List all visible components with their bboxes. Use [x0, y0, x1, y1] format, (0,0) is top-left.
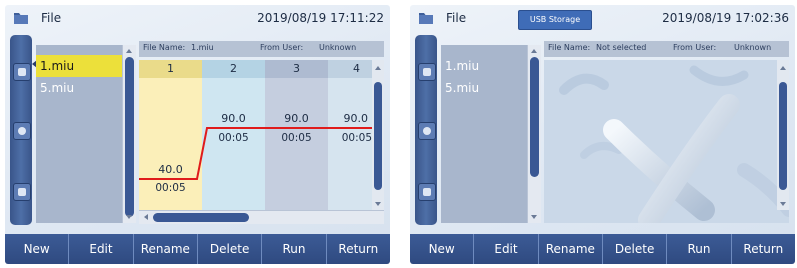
program-step-table: 1 40.0 00:05 2 90.0 00:05 3 90.0 00:05 4… [139, 60, 372, 210]
scroll-up-arrow-icon[interactable] [375, 66, 381, 70]
step-table-scrollbar[interactable] [777, 60, 789, 210]
datetime-display: 2019/08/19 17:02:36 [662, 11, 789, 25]
file-item[interactable]: 1.miu [441, 55, 527, 77]
action-bar: New Edit Rename Delete Run Return [5, 234, 390, 264]
scrollbar-thumb[interactable] [374, 82, 382, 190]
file-item[interactable]: 5.miu [441, 77, 527, 99]
scroll-up-arrow-icon[interactable] [780, 66, 786, 70]
from-user-value: Unknown [734, 43, 772, 52]
internal-storage-icon[interactable] [13, 183, 31, 201]
file-list-scrollbar[interactable] [527, 45, 541, 223]
page-title: File [41, 11, 62, 25]
run-button[interactable]: Run [262, 234, 327, 264]
usb-icon[interactable] [13, 122, 31, 140]
temperature-profile-line [139, 127, 372, 180]
delete-button[interactable]: Delete [603, 234, 668, 264]
file-list: 1.miu 5.miu [441, 45, 527, 223]
hscrollbar-thumb[interactable] [153, 213, 249, 222]
step-table-hscrollbar[interactable] [139, 210, 384, 224]
rename-button[interactable]: Rename [539, 234, 603, 264]
from-user-label: From User: [260, 43, 304, 52]
scrollbar-thumb[interactable] [530, 57, 539, 177]
folder-icon [418, 11, 434, 25]
file-item[interactable]: 5.miu [36, 77, 122, 99]
title-bar: File 2019/08/19 17:11:22 [5, 5, 390, 33]
chromosome-background-image [544, 60, 789, 223]
scroll-down-arrow-icon[interactable] [375, 202, 381, 206]
scroll-left-arrow-icon[interactable] [144, 214, 148, 220]
file-info-bar: File Name: 1.miu From User: Unknown [139, 41, 384, 57]
from-user-value: Unknown [319, 43, 357, 52]
edit-button[interactable]: Edit [69, 234, 134, 264]
scroll-down-arrow-icon[interactable] [126, 215, 132, 219]
scrollbar-thumb[interactable] [779, 82, 787, 190]
step-table-scrollbar[interactable] [372, 60, 384, 210]
usb-icon[interactable] [418, 122, 436, 140]
internal-storage-icon[interactable] [418, 183, 436, 201]
memory-card-icon[interactable] [418, 63, 436, 81]
datetime-display: 2019/08/19 17:11:22 [257, 11, 384, 25]
file-info-bar: File Name: Not selected From User: Unkno… [544, 41, 789, 57]
file-list: 1.miu 5.miu [36, 45, 122, 223]
page-title: File [446, 11, 467, 25]
memory-card-icon[interactable] [13, 63, 31, 81]
file-name-label: File Name: [143, 43, 186, 52]
usb-storage-badge: USB Storage [518, 10, 592, 30]
rename-button[interactable]: Rename [134, 234, 198, 264]
title-bar: File USB Storage 2019/08/19 17:02:36 [410, 5, 795, 33]
storage-rail [415, 35, 437, 225]
file-list-scrollbar[interactable] [122, 45, 136, 223]
file-screen-usb: File USB Storage 2019/08/19 17:02:36 1.m… [410, 5, 795, 264]
from-user-label: From User: [673, 43, 717, 52]
file-item[interactable]: 1.miu [36, 55, 122, 77]
action-bar: New Edit Rename Delete Run Return [410, 234, 795, 264]
return-button[interactable]: Return [732, 234, 795, 264]
scroll-up-arrow-icon[interactable] [531, 49, 537, 53]
return-button[interactable]: Return [327, 234, 390, 264]
edit-button[interactable]: Edit [474, 234, 539, 264]
new-button[interactable]: New [410, 234, 475, 264]
folder-icon [13, 11, 29, 25]
scroll-up-arrow-icon[interactable] [126, 49, 132, 53]
storage-rail [10, 35, 32, 225]
scroll-down-arrow-icon[interactable] [531, 215, 537, 219]
delete-button[interactable]: Delete [198, 234, 263, 264]
file-name-value: Not selected [596, 43, 647, 52]
scroll-down-arrow-icon[interactable] [780, 202, 786, 206]
scrollbar-thumb[interactable] [125, 57, 134, 217]
file-name-label: File Name: [548, 43, 591, 52]
file-name-value: 1.miu [191, 43, 214, 52]
file-screen-internal: File 2019/08/19 17:11:22 1.miu 5.miu Fil… [5, 5, 390, 264]
run-button[interactable]: Run [667, 234, 732, 264]
new-button[interactable]: New [5, 234, 70, 264]
